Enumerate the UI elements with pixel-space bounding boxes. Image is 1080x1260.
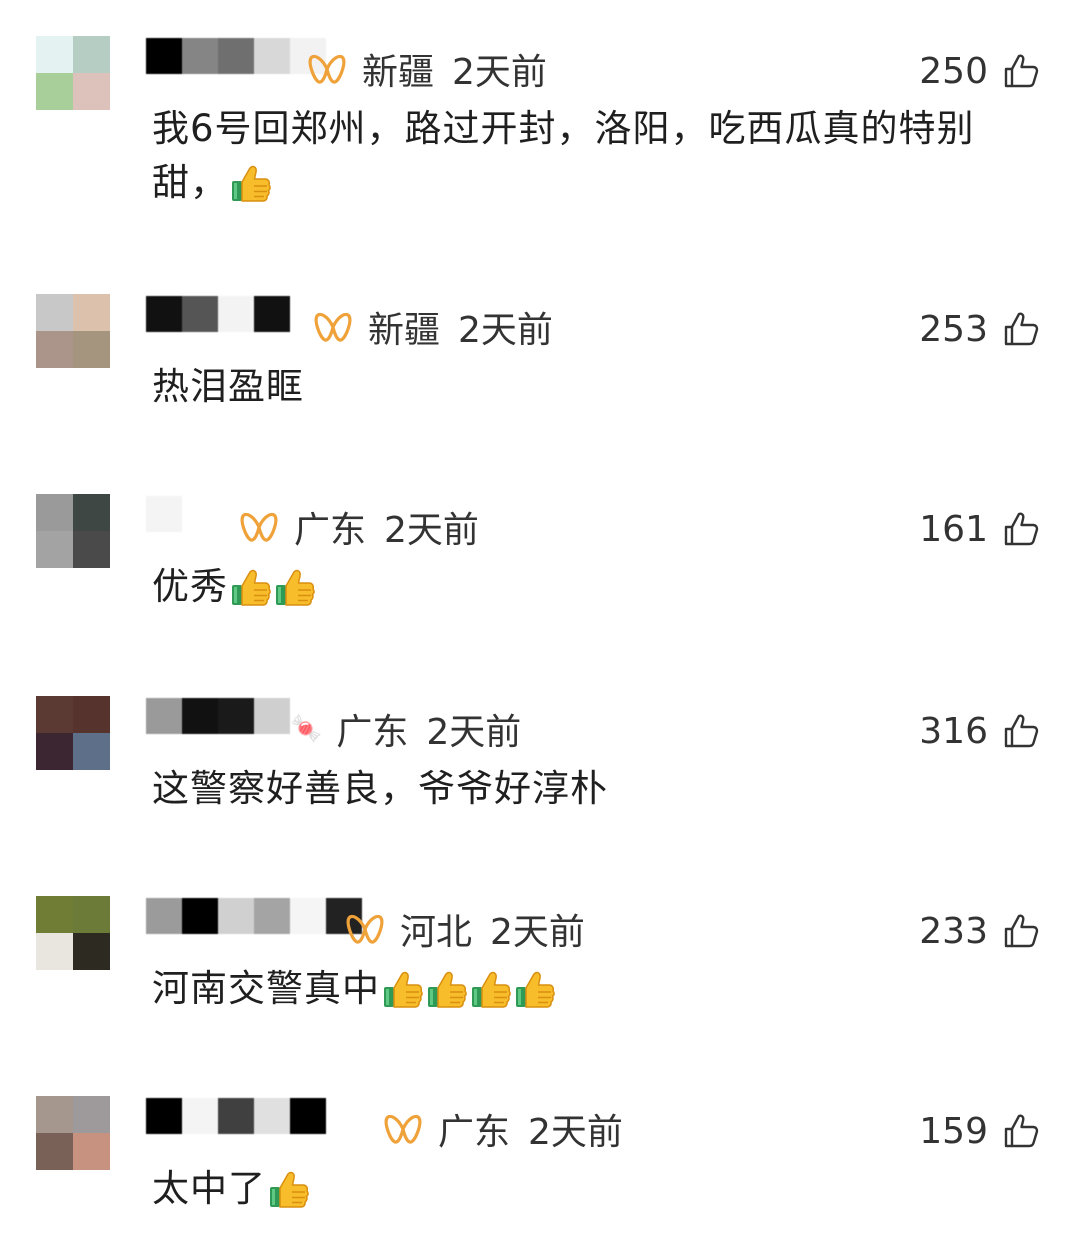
comment-item: 广东 2天前 161 优秀 [0, 458, 1080, 658]
comment-meta: 🍬 广东 2天前 [290, 704, 521, 754]
thumbs-up-outline-icon [1002, 310, 1040, 348]
comment-text-content: 太中了 [152, 1167, 266, 1210]
comment-text: 这警察好善良，爷爷好淳朴 [152, 762, 1042, 816]
gold-badge-icon [384, 1112, 422, 1146]
comment-meta: 新疆 2天前 [314, 302, 553, 352]
comment-text-content: 河南交警真中 [152, 967, 380, 1010]
comment-time: 2天前 [426, 712, 522, 753]
comment-text: 太中了 [152, 1162, 1042, 1216]
username-blurred[interactable] [146, 698, 290, 734]
like-button[interactable]: 250 [900, 46, 1040, 96]
like-button[interactable]: 159 [900, 1106, 1040, 1156]
comment-text-content: 优秀 [152, 565, 228, 608]
like-count: 159 [919, 1110, 988, 1152]
comment-text-content: 热泪盈眶 [152, 365, 304, 408]
thumbs-up-outline-icon [1002, 1112, 1040, 1150]
thumbs-up-outline-icon [1002, 912, 1040, 950]
username-blurred[interactable] [146, 1098, 326, 1134]
like-count: 253 [919, 308, 988, 350]
candy-icon: 🍬 [290, 714, 323, 744]
username-blurred[interactable] [146, 296, 290, 332]
thumbs-up-emoji-icon [268, 1169, 310, 1209]
username-blurred[interactable] [146, 496, 182, 532]
comment-meta: 新疆 2天前 [308, 44, 547, 94]
comment-item: 广东 2天前 159 太中了 [0, 1060, 1080, 1260]
like-count: 250 [919, 50, 988, 92]
username-blurred[interactable] [146, 898, 362, 934]
thumbs-up-outline-icon [1002, 52, 1040, 90]
like-button[interactable]: 316 [900, 706, 1040, 756]
comment-meta: 广东 2天前 [240, 502, 479, 552]
comment-text: 热泪盈眶 [152, 360, 1042, 414]
gold-badge-icon [240, 510, 278, 544]
ip-location: 广东 [294, 510, 367, 551]
ip-location: 河北 [400, 912, 473, 953]
thumbs-up-emoji-icon [426, 969, 468, 1009]
like-count: 161 [919, 508, 988, 550]
gold-badge-icon [346, 912, 384, 946]
thumbs-up-emoji-icon [230, 567, 272, 607]
like-count: 316 [919, 710, 988, 752]
gold-badge-icon [308, 52, 346, 86]
ip-location: 广东 [438, 1112, 511, 1153]
avatar[interactable] [36, 36, 110, 110]
avatar[interactable] [36, 294, 110, 368]
comment-time: 2天前 [528, 1112, 623, 1153]
comment-item: 河北 2天前 233 河南交警真中 [0, 860, 1080, 1060]
comment-meta: 广东 2天前 [384, 1104, 623, 1154]
like-count: 233 [919, 910, 988, 952]
like-button[interactable]: 161 [900, 504, 1040, 554]
comment-item: 新疆 2天前 253 热泪盈眶 [0, 258, 1080, 458]
thumbs-up-outline-icon [1002, 712, 1040, 750]
comment-text-content: 这警察好善良，爷爷好淳朴 [152, 767, 608, 810]
comment-time: 2天前 [452, 52, 547, 93]
avatar[interactable] [36, 896, 110, 970]
thumbs-up-emoji-icon [230, 163, 272, 203]
like-button[interactable]: 233 [900, 906, 1040, 956]
comment-item: 🍬 广东 2天前 316 这警察好善良，爷爷好淳朴 [0, 660, 1080, 860]
avatar[interactable] [36, 696, 110, 770]
avatar[interactable] [36, 494, 110, 568]
comment-time: 2天前 [490, 912, 585, 953]
thumbs-up-emoji-icon [470, 969, 512, 1009]
comment-meta: 河北 2天前 [346, 904, 585, 954]
thumbs-up-outline-icon [1002, 510, 1040, 548]
gold-badge-icon [314, 310, 352, 344]
ip-location: 新疆 [368, 310, 441, 351]
comment-time: 2天前 [384, 510, 479, 551]
comment-text: 优秀 [152, 560, 1042, 614]
thumbs-up-emoji-icon [382, 969, 424, 1009]
comment-text: 河南交警真中 [152, 962, 1042, 1016]
username-blurred[interactable] [146, 38, 326, 74]
ip-location: 广东 [336, 712, 409, 753]
thumbs-up-emoji-icon [514, 969, 556, 1009]
comment-time: 2天前 [458, 310, 553, 351]
like-button[interactable]: 253 [900, 304, 1040, 354]
avatar[interactable] [36, 1096, 110, 1170]
comment-text-content: 我6号回郑州，路过开封，洛阳，吃西瓜真的特别甜， [152, 107, 975, 204]
thumbs-up-emoji-icon [274, 567, 316, 607]
comment-item: 新疆 2天前 250 我6号回郑州，路过开封，洛阳，吃西瓜真的特别甜， [0, 0, 1080, 204]
ip-location: 新疆 [362, 52, 435, 93]
comment-text: 我6号回郑州，路过开封，洛阳，吃西瓜真的特别甜， [152, 102, 1042, 210]
